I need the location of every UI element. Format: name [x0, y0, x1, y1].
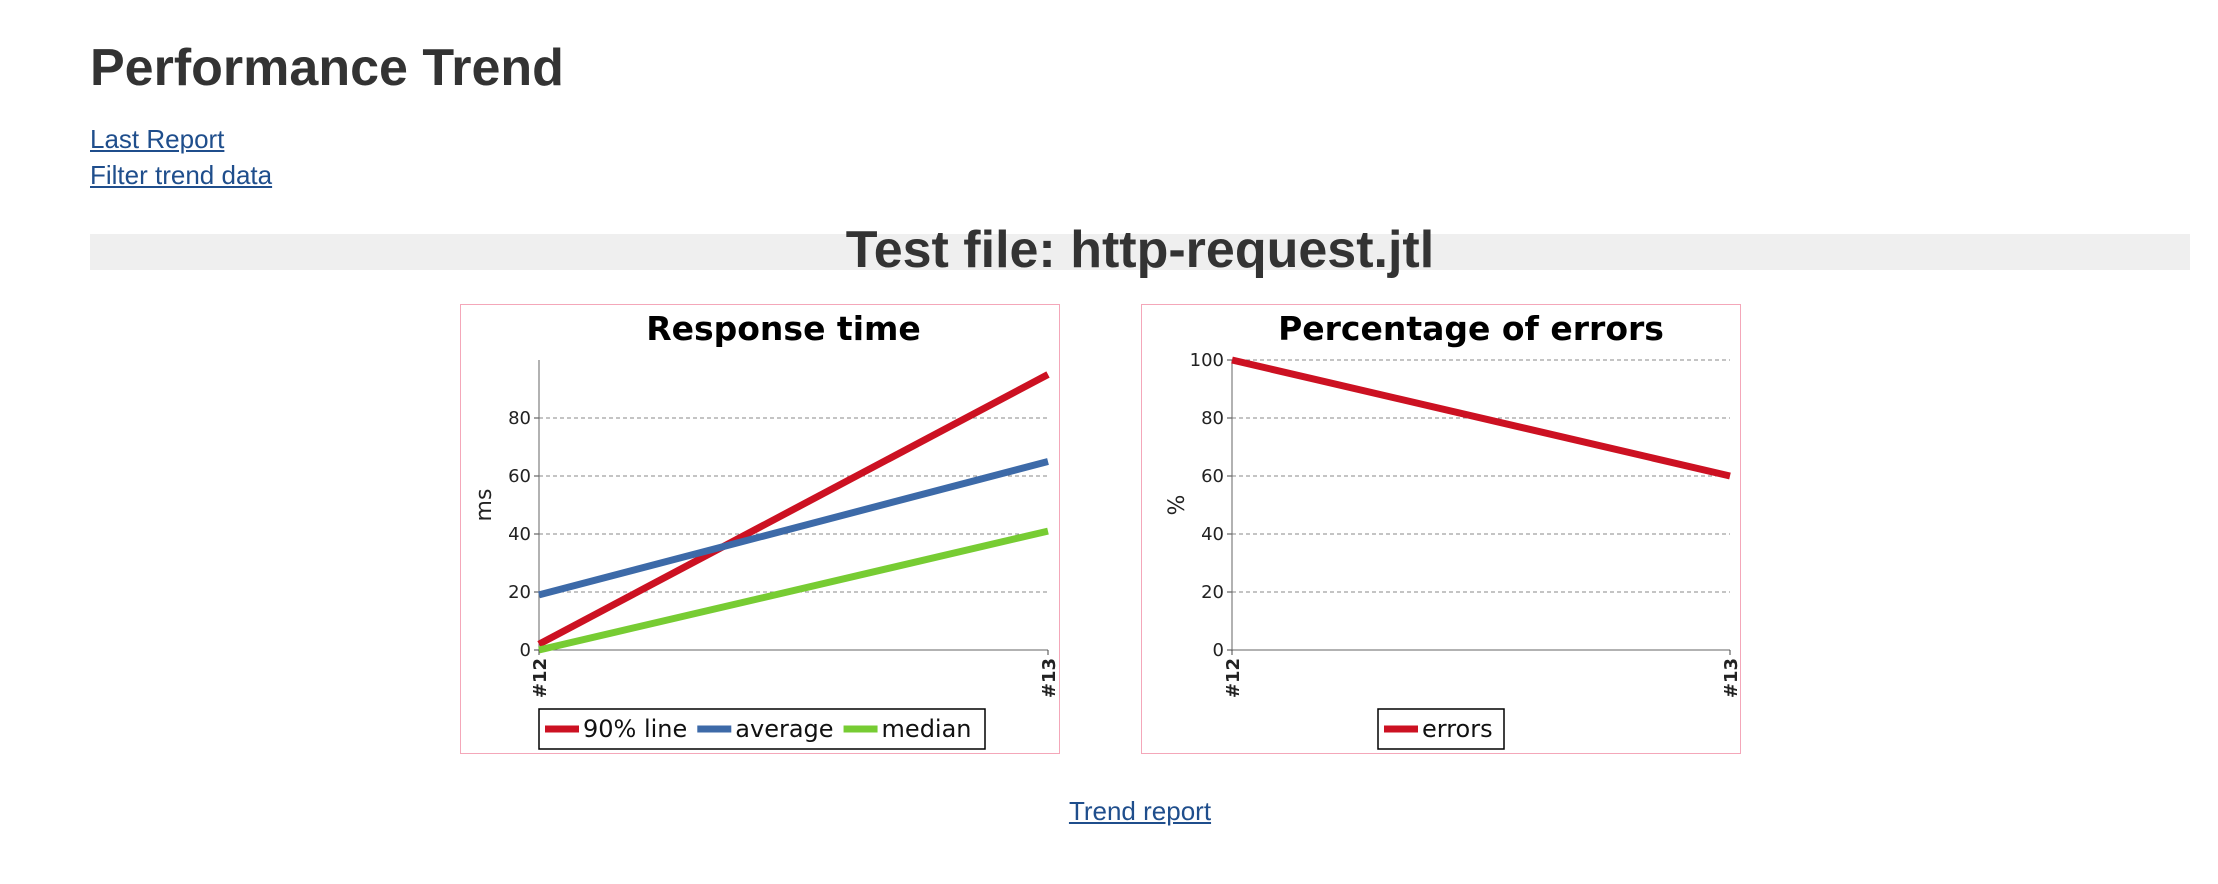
x-tick-label: #13 — [1039, 658, 1059, 698]
legend-label: median — [882, 715, 972, 743]
section-title: Test file: http-request.jtl — [845, 221, 1435, 279]
x-tick-label: #13 — [1721, 658, 1740, 698]
series-line — [538, 458, 1049, 599]
y-tick-label: 40 — [508, 524, 531, 545]
series-line — [538, 527, 1049, 654]
y-tick-label: 60 — [508, 466, 531, 487]
page-title: Performance Trend — [90, 39, 564, 97]
filter-trend-data-link[interactable]: Filter trend data — [90, 160, 272, 191]
y-axis-label: % — [1165, 495, 1190, 516]
series-line — [537, 371, 1050, 648]
y-tick-label: 80 — [1201, 408, 1224, 429]
x-tick-label: #12 — [530, 658, 551, 698]
y-tick-label: 0 — [1213, 640, 1224, 661]
trend-report-link[interactable]: Trend report — [1069, 796, 1211, 826]
legend-label: errors — [1422, 715, 1493, 743]
errors-chart-svg: Percentage of errors 0 20 40 60 80 100% #12 #13 e… — [1165, 309, 1740, 750]
y-axis-label: ms — [472, 489, 497, 522]
y-tick-label: 60 — [1201, 466, 1224, 487]
errors-chart: Percentage of errors 0 20 40 60 80 100% #12 #13 e… — [1141, 304, 1741, 754]
y-tick-label: 80 — [508, 408, 531, 429]
x-tick-label: #12 — [1223, 658, 1244, 698]
response-time-chart-svg: Response time 0 20 40 60 80 ms #12 #13 90% line av… — [472, 309, 1059, 750]
response-time-chart: Response time 0 20 40 60 80 ms #12 #13 90% line av… — [460, 304, 1060, 754]
y-tick-label: 0 — [520, 640, 531, 661]
y-tick-label: 100 — [1190, 350, 1224, 371]
y-tick-label: 20 — [1201, 582, 1224, 603]
last-report-link[interactable]: Last Report — [90, 124, 224, 155]
y-tick-label: 40 — [1201, 524, 1224, 545]
chart-title: Response time — [646, 309, 921, 348]
chart-title: Percentage of errors — [1278, 309, 1664, 348]
legend-label: 90% line — [583, 715, 687, 743]
y-tick-label: 20 — [508, 582, 531, 603]
legend-label: average — [735, 715, 833, 743]
